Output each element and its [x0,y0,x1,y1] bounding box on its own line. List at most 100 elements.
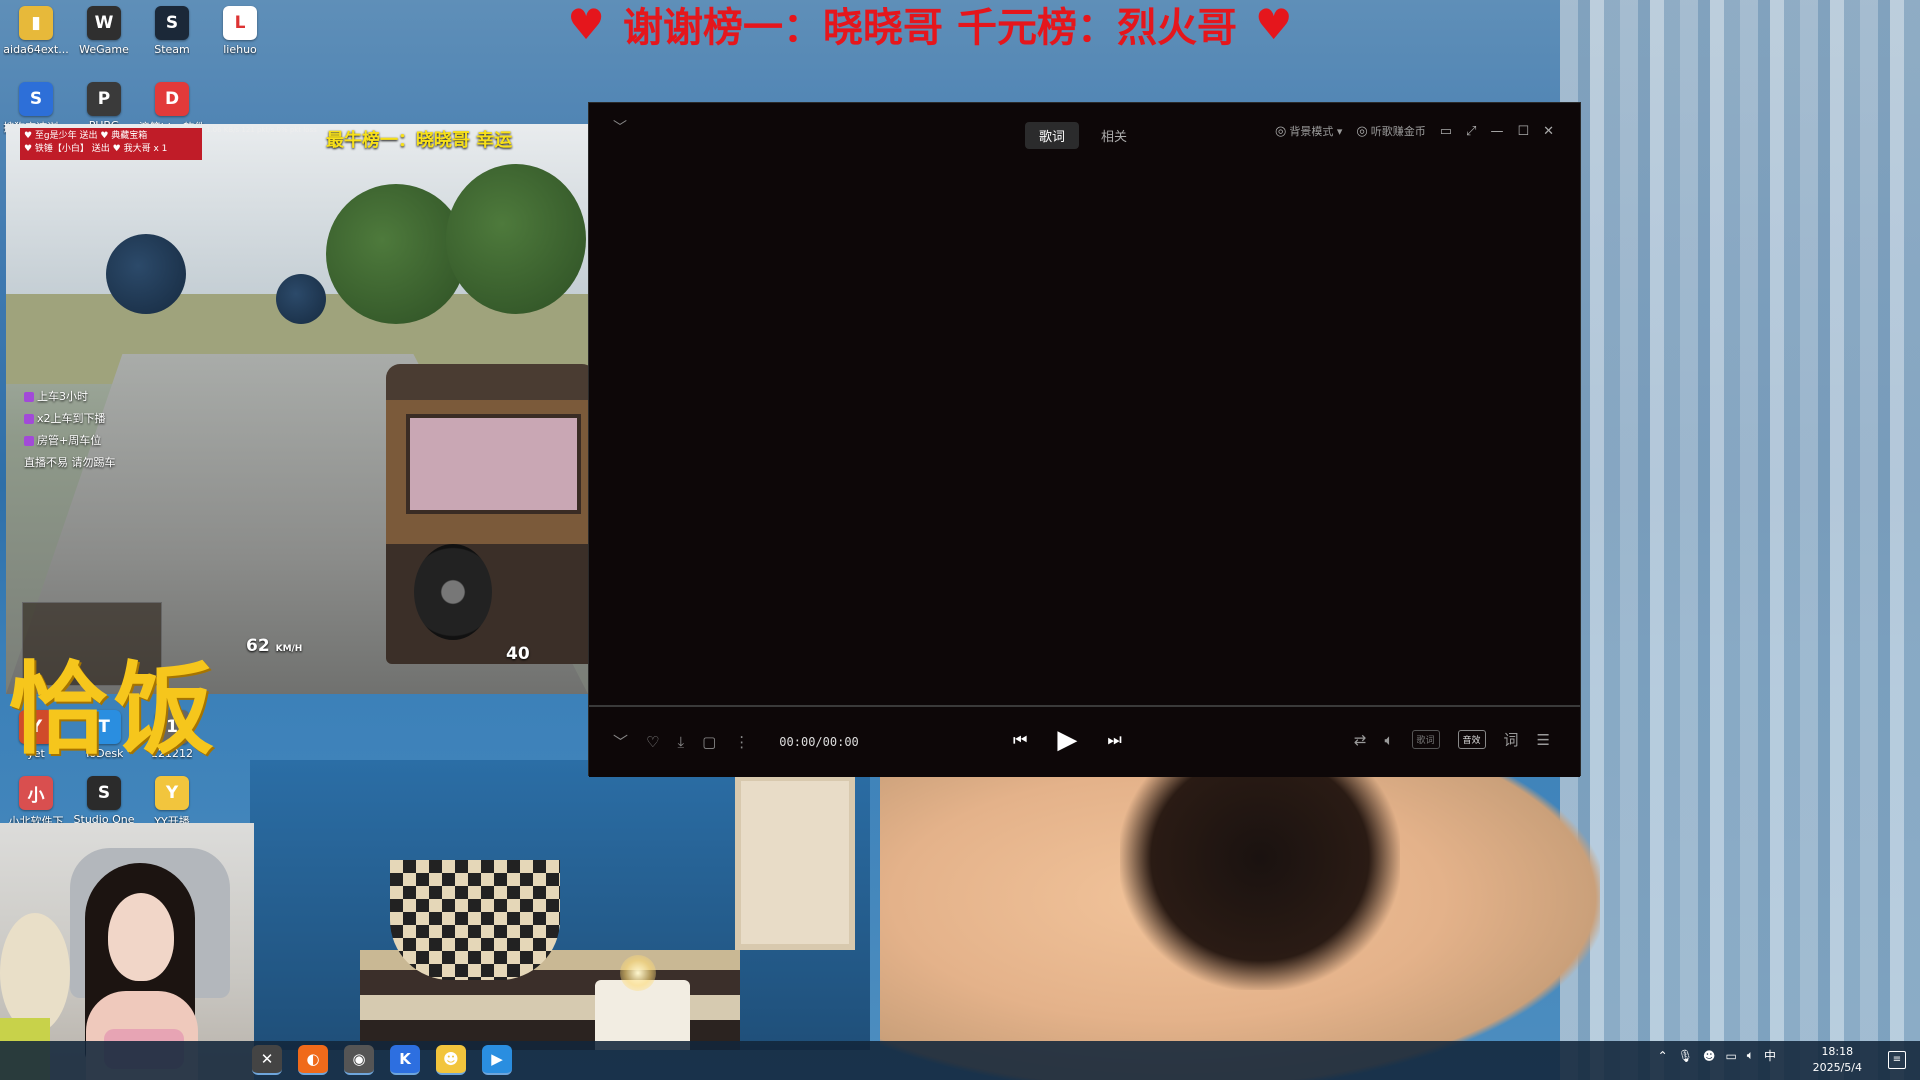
curtain [1560,0,1920,1080]
player-top-tools: ◎ 背景模式 ▾ ◎ 听歌赚金币 ▭ ⤢ — ☐ ✕ [1275,123,1554,139]
overlay-text: 恰饭 [8,650,220,768]
speedometer: 62 KM/H [246,636,303,656]
thanks-banner: ♥ 谢谢榜一：晓晓哥 千元榜：烈火哥 ♥ [530,0,1330,51]
gift-icon [24,414,34,424]
list-item: 房管+周车位 [24,430,116,452]
tree [446,164,586,314]
ammo-count: 40 [506,644,530,664]
maximize-icon[interactable]: ☐ [1517,124,1529,139]
taskbar-app-icon[interactable]: ◉ [344,1045,374,1075]
app-icon: Y [155,776,189,810]
app-icon: D [155,82,189,116]
ime-indicator[interactable]: 中 [1764,1047,1776,1064]
app-icon: 小 [19,776,53,810]
tree [106,234,186,314]
game-capture: ♥ 至g是少年 送出 ♥ 典藏宝箱 ♥ 铁锤【小白】 送出 ♥ 我大哥 x 1 … [6,124,588,694]
banner-text: 谢谢榜一：晓晓哥 千元榜：烈火哥 [623,4,1237,51]
download-icon[interactable]: ⤓ [677,733,684,751]
player-titlebar: ﹀ 歌词 相关 ◎ 背景模式 ▾ ◎ 听歌赚金币 ▭ ⤢ — ☐ ✕ [589,103,1580,159]
taskbar-clock[interactable]: 18:18 2025/5/4 [1813,1044,1862,1076]
taskbar-app-icon[interactable]: ✕ [252,1045,282,1075]
tree [326,184,466,324]
fullscreen-icon[interactable]: ⤢ [1466,124,1476,139]
game-hud-title: 最牛榜一：晓晓哥 幸运 [326,130,513,151]
taskbar-apps: ✕ ◐ ◉ K ☻ ▶ [252,1045,512,1075]
desktop-icon-label: Steam [154,43,190,56]
desktop-icon[interactable]: ▮ aida64ext... [0,6,72,56]
checkered-mug [390,860,560,980]
app-icon: L [223,6,257,40]
playback-time: 00:00/00:00 [779,734,859,749]
taskbar-app-icon[interactable]: ◐ [298,1045,328,1075]
streamer-face [108,893,174,981]
background-mode-icon: ◎ [1275,123,1287,139]
more-icon[interactable]: ⋮ [734,733,749,751]
mini-screen-button[interactable]: ▭ [1440,124,1452,139]
heart-icon[interactable]: ♡ [646,733,659,751]
plush-toy [0,913,70,1033]
desktop-icon[interactable]: W WeGame [68,6,140,56]
heart-icon: ♥ [567,0,606,49]
desktop-icon-label: WeGame [79,43,129,56]
app-icon: W [87,6,121,40]
jeep-window [406,414,581,514]
next-track-icon[interactable]: ⏭ [1107,730,1121,750]
app-icon: S [87,776,121,810]
taskbar-app-icon[interactable]: K [390,1045,420,1075]
earn-coins-button[interactable]: ◎ 听歌赚金币 [1356,123,1425,139]
heart-icon: ♥ [1254,0,1293,49]
taskbar-app-icon[interactable]: ▶ [482,1045,512,1075]
gift-icon [24,436,34,446]
music-player-window: ﹀ 歌词 相关 ◎ 背景模式 ▾ ◎ 听歌赚金币 ▭ ⤢ — ☐ ✕ ﹀ ♡ ⤓… [588,102,1581,777]
desktop-icon[interactable]: Y YY开播 [136,776,208,829]
list-item: 上车3小时 [24,386,116,408]
desktop-lyrics-button[interactable]: 词 [1504,729,1519,750]
lyrics-quality-button[interactable]: 歌词 [1411,730,1440,749]
volume-icon[interactable]: 🔈︎ [1384,731,1393,749]
tree [276,274,326,324]
background-mode-button[interactable]: ◎ 背景模式 ▾ [1275,123,1342,139]
volume-icon[interactable]: 🔈︎ [1747,1048,1754,1063]
comment-icon[interactable]: ▢ [702,733,716,751]
player-controls: ﹀ ♡ ⤓ ▢ ⋮ 00:00/00:00 ⏮ ▶ ⏭ ⇄ 🔈︎ 歌词 音效 词… [589,707,1580,777]
screen-icon: ▭ [1439,123,1453,139]
play-icon[interactable]: ▶ [1057,725,1077,755]
repeat-mode-icon[interactable]: ⇄ [1354,731,1367,749]
desktop-icon[interactable]: Lliehuo [204,6,276,56]
tab-related[interactable]: 相关 [1087,122,1141,149]
microphone-icon[interactable]: 🎙︎ [1678,1049,1693,1063]
previous-track-icon[interactable]: ⏮ [1013,730,1027,750]
close-icon[interactable]: ✕ [1543,124,1554,139]
desktop-icon[interactable]: S Steam [136,6,208,56]
picture-frame [735,775,855,950]
person-hair [1120,770,1400,990]
list-item: 直播不易 请勿踢车 [24,456,116,469]
desktop-icon[interactable]: S Studio One [68,776,140,826]
gift-bar: ♥ 至g是少年 送出 ♥ 典藏宝箱 ♥ 铁锤【小白】 送出 ♥ 我大哥 x 1 [20,128,202,160]
notification-icon[interactable]: ≡ [1888,1051,1906,1069]
sound-effects-button[interactable]: 音效 [1457,730,1486,749]
player-tabs: 歌词 相关 [1025,122,1141,149]
minimize-icon[interactable]: — [1490,124,1503,139]
candle [595,980,690,1050]
desktop-icon-label: aida64ext... [3,43,69,56]
desktop-icon-label: liehuo [223,43,257,56]
jeep [386,364,588,664]
tray-app-icon[interactable]: ☻ [1703,1049,1716,1063]
list-item: x2上车到下播 [24,408,116,430]
taskbar-app-icon[interactable]: ☻ [436,1045,466,1075]
gift-icon [24,392,34,402]
network-stats: 1.06 KB/s 121 pkt/s 0% pkt loss [206,126,317,134]
app-icon: S [19,82,53,116]
tab-lyrics[interactable]: 歌词 [1025,122,1080,149]
jeep-wheel [414,544,492,640]
network-icon[interactable]: ▭ [1725,1049,1736,1063]
desktop-icon[interactable]: 小小北软件下 [0,776,72,829]
collapse-player-icon[interactable]: ﹀ [613,731,628,752]
app-icon: ▮ [19,6,53,40]
chevron-up-icon[interactable]: ⌃ [1658,1049,1668,1063]
candle-flame [620,955,656,991]
playlist-icon[interactable]: ☰ [1537,731,1550,749]
app-icon: P [87,82,121,116]
chevron-down-icon[interactable]: ﹀ [613,117,627,137]
